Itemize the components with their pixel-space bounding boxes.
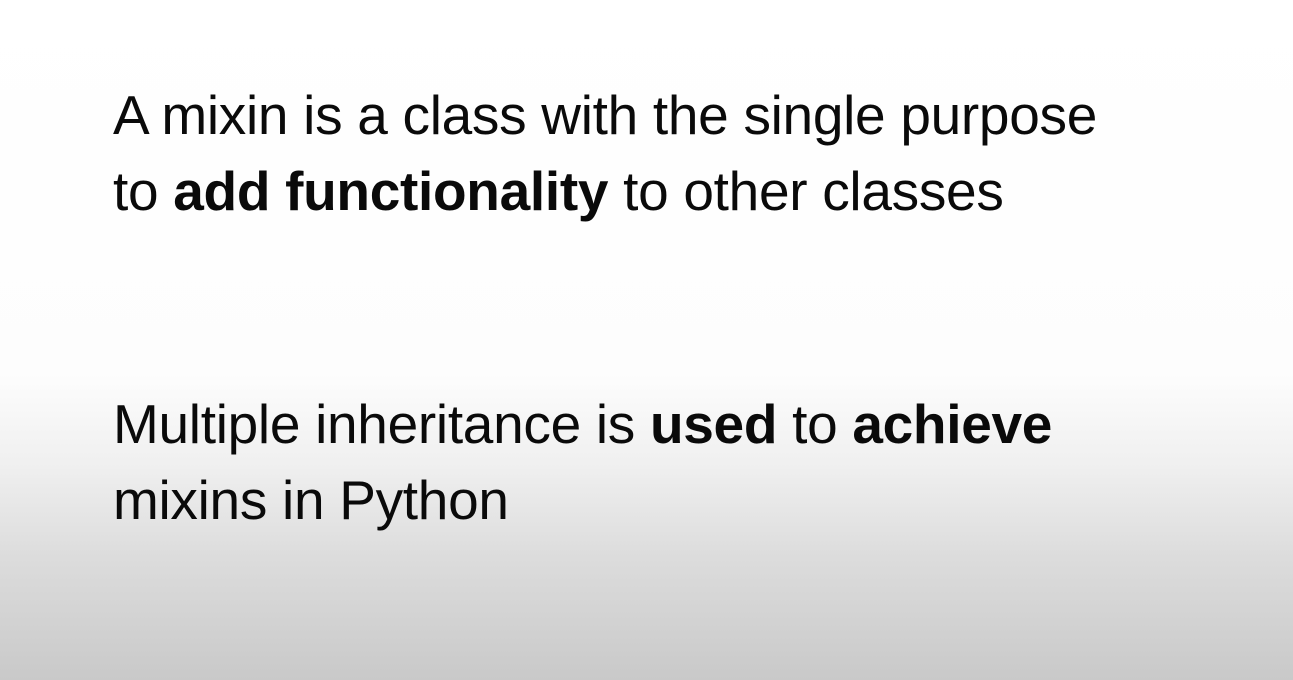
definition-line-2: to add functionality to other classes <box>113 153 1097 229</box>
inheritance-line-1: Multiple inheritance is used to achieve <box>113 386 1052 462</box>
inheritance-line-1-prefix: Multiple inheritance is <box>113 393 650 455</box>
definition-line-2-prefix: to <box>113 160 174 222</box>
definition-line-2-suffix: to other classes <box>608 160 1004 222</box>
inheritance-line-1-middle: to <box>777 393 853 455</box>
multiple-inheritance-text: Multiple inheritance is used to achieve … <box>113 386 1052 538</box>
mixin-definition-text: A mixin is a class with the single purpo… <box>113 77 1097 229</box>
definition-line-1: A mixin is a class with the single purpo… <box>113 84 1097 146</box>
definition-emphasis: add functionality <box>173 160 609 222</box>
presentation-slide: A mixin is a class with the single purpo… <box>0 0 1293 680</box>
inheritance-line-2: mixins in Python <box>113 469 509 531</box>
inheritance-emphasis-achieve: achieve <box>852 393 1053 455</box>
inheritance-emphasis-used: used <box>649 393 778 455</box>
